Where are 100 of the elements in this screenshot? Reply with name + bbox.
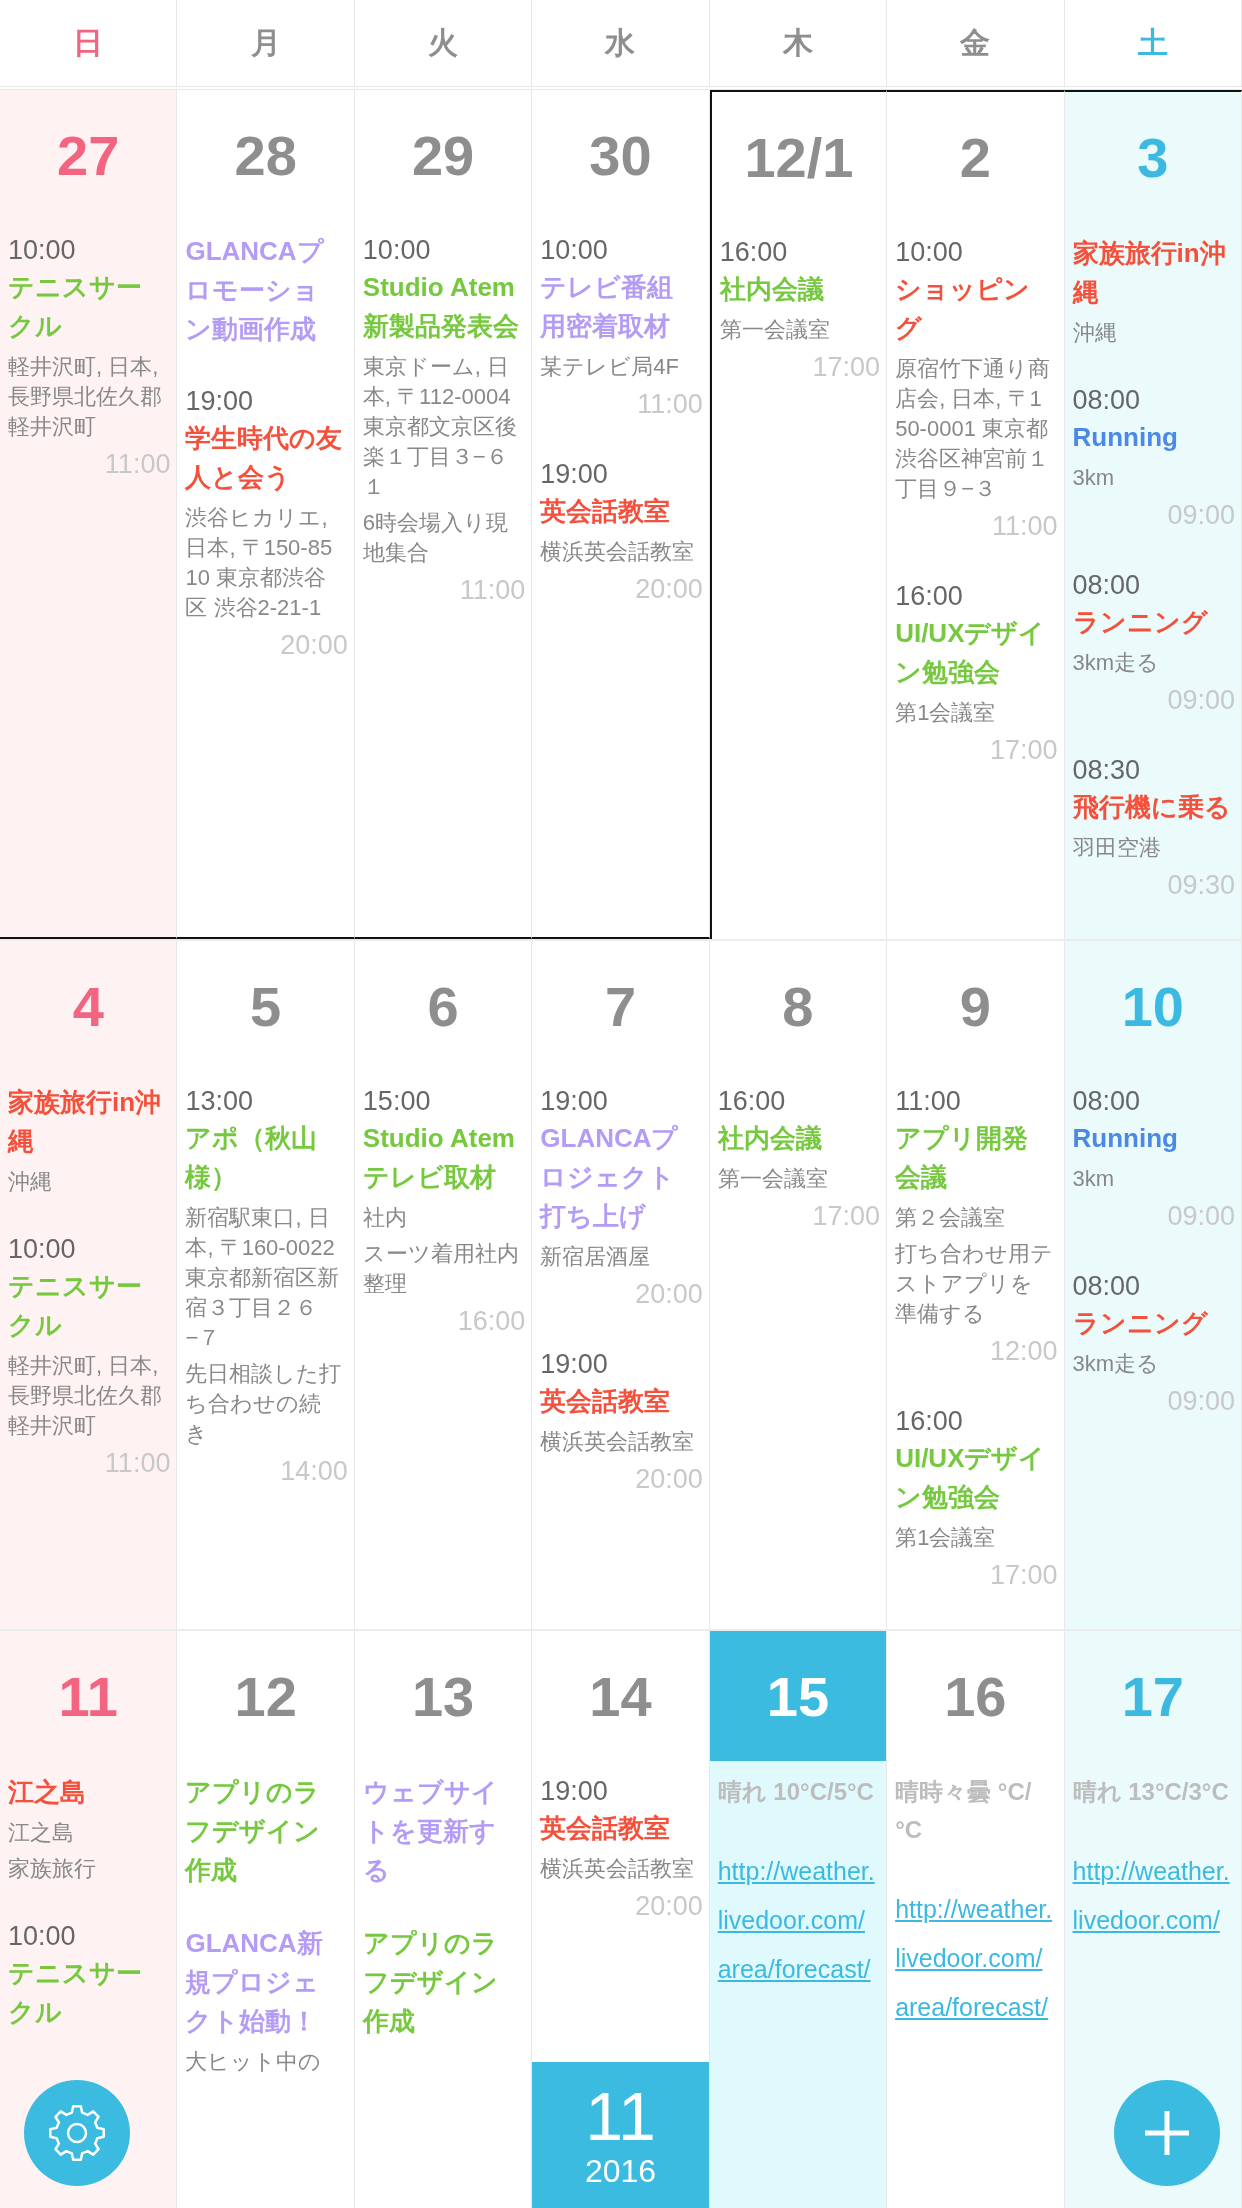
event-title[interactable]: UI/UXデザイン勉強会 [895,614,1054,692]
event-title[interactable]: GLANCA新規プロジェクト始動！ [185,1924,344,2041]
event-title[interactable]: 学生時代の友人と会う [185,419,344,497]
month-number: 11 [585,2080,656,2152]
event-note: 第２会議室 [895,1204,1007,1232]
event-note: 社内 [362,1204,408,1232]
event-note: 原宿竹下通り商店会, 日本, 〒150-0001 東京都渋谷区神宮前１丁目９−３ [895,355,1052,503]
event-title[interactable]: アプリのラフデザイン作成 [185,1773,344,1890]
event-title[interactable]: テニスサークル [8,1267,167,1345]
day-cell[interactable]: 17 晴れ 13°C/3°C http://weather.livedoor.com/ [1064,1631,1242,2208]
event-note: 3km [1072,1165,1116,1193]
event-note: 3km走る [1072,1350,1161,1378]
event-note: 大ヒット中の [185,2048,323,2076]
event-title[interactable]: アプリのラフデザイン作成 [362,1924,522,2041]
event-title[interactable]: ランニング [1072,603,1231,642]
day-cell[interactable]: 11 江之島 江之島 家族旅行 10:00 テニスサークル [0,1631,178,2208]
event-time: 19:00 [540,1085,609,1118]
weekday-label: 金 [887,0,1065,86]
event-time: 16:00 [719,236,789,269]
event-title[interactable]: アポ（秋山様） [185,1119,344,1197]
day-number: 15 [766,1663,830,1729]
day-number: 2 [959,124,991,190]
event-note: 打ち合わせ用テストアプリを準備する [895,1240,1054,1328]
settings-icon [47,2103,107,2163]
event-title[interactable]: 江之島 [8,1773,167,1812]
event-time: 19:00 [185,385,254,418]
day-number: 16 [944,1663,1007,1729]
event-note: 某テレビ局4F [540,353,680,381]
event-title[interactable]: 社内会議 [719,270,877,309]
event-time: 10:00 [8,234,77,267]
event-title[interactable]: Running [1072,418,1231,457]
plus-icon [1143,2109,1191,2157]
event-title[interactable]: Running [1072,1119,1231,1158]
event-note: 先日相談した打ち合わせの続き [185,1360,343,1448]
day-number: 12/1 [744,124,854,190]
weather-link[interactable]: http://weather.livedoor.com/area/forecast/ [895,1885,1054,2032]
event-note: スーツ着用社内整理 [362,1240,520,1298]
event-time: 10:00 [540,234,609,267]
event-title[interactable]: テニスサークル [8,268,167,346]
event-time: 08:00 [1072,384,1142,417]
event-title[interactable]: アプリ開発会議 [895,1119,1054,1197]
day-number: 9 [959,973,991,1039]
weekday-label: 日 [0,0,178,86]
event-title[interactable]: Studio Atemテレビ取材 [362,1119,522,1197]
event-title[interactable]: UI/UXデザイン勉強会 [895,1439,1054,1517]
day-cell[interactable]: 15 晴れ 10°C/5°C http://weather.livedoor.com/area/forecast/ [709,1631,888,2208]
day-number: 27 [57,122,120,188]
event-title[interactable]: Studio Atem新製品発表会 [362,268,522,346]
weekday-label: 土 [1064,0,1242,86]
weekday-label: 火 [354,0,533,86]
event-title[interactable]: テレビ番組用密着取材 [540,268,699,346]
event-time: 10:00 [362,234,432,267]
event-note: 江之島 [8,1819,75,1847]
event-note: 東京ドーム, 日本, 〒112-0004 東京都文京区後楽１丁目３−６１ [362,353,518,501]
weekday-label: 水 [532,0,710,86]
day-number: 8 [782,973,814,1039]
event-time: 10:00 [8,1920,77,1953]
day-number: 30 [589,122,652,188]
event-title[interactable]: 英会話教室 [540,1382,699,1421]
event-note: 軽井沢町, 日本, 長野県北佐久郡軽井沢町 [8,353,163,441]
day-number: 3 [1137,124,1169,190]
event-title[interactable]: 家族旅行in沖縄 [1072,234,1231,312]
event-title[interactable]: ランニング [1072,1304,1231,1343]
event-note: 横浜英会話教室 [540,1428,696,1456]
event-title[interactable]: GLANCAプロジェクト打ち上げ [540,1119,699,1236]
event-time: 10:00 [8,1233,77,1266]
event-note: 3km [1072,464,1116,492]
event-title[interactable]: ウェブサイトを更新する [362,1773,522,1890]
year-text: 2016 [584,2152,657,2190]
event-title[interactable]: GLANCAプロモーション動画作成 [185,232,344,349]
event-title[interactable]: ショッピング [895,270,1054,348]
month-badge[interactable]: 11 2016 [532,2062,709,2208]
day-number: 4 [72,973,104,1039]
event-time: 08:00 [1072,1270,1142,1303]
day-number: 17 [1121,1663,1184,1729]
event-note: 第一会議室 [717,1165,829,1193]
event-title[interactable]: 英会話教室 [540,1809,699,1848]
event-title[interactable]: 家族旅行in沖縄 [8,1083,167,1161]
event-time: 19:00 [540,458,609,491]
day-number: 29 [411,122,475,188]
event-time: 15:00 [362,1085,432,1118]
event-note: 第1会議室 [895,1524,997,1552]
event-time: 16:00 [895,580,964,613]
event-title[interactable]: 社内会議 [717,1119,877,1158]
weather-link[interactable]: http://weather.livedoor.com/ [1072,1847,1231,1945]
day-number: 13 [411,1663,475,1729]
weekday-label: 木 [709,0,888,86]
event-title[interactable]: 飛行機に乗る [1072,788,1231,827]
event-note: 沖縄 [1072,319,1118,347]
weather-link[interactable]: http://weather.livedoor.com/area/forecast/ [717,1847,877,1994]
day-number: 11 [58,1663,118,1729]
event-note: 横浜英会話教室 [540,538,696,566]
event-note: 横浜英会話教室 [540,1855,696,1883]
event-note: 羽田空港 [1072,834,1162,862]
event-time: 08:00 [1072,569,1142,602]
event-title[interactable]: テニスサークル [8,1954,167,2032]
event-note: 3km走る [1072,649,1161,677]
event-note: 家族旅行 [8,1855,97,1883]
event-title[interactable]: 英会話教室 [540,492,699,531]
day-number: 12 [234,1663,297,1729]
